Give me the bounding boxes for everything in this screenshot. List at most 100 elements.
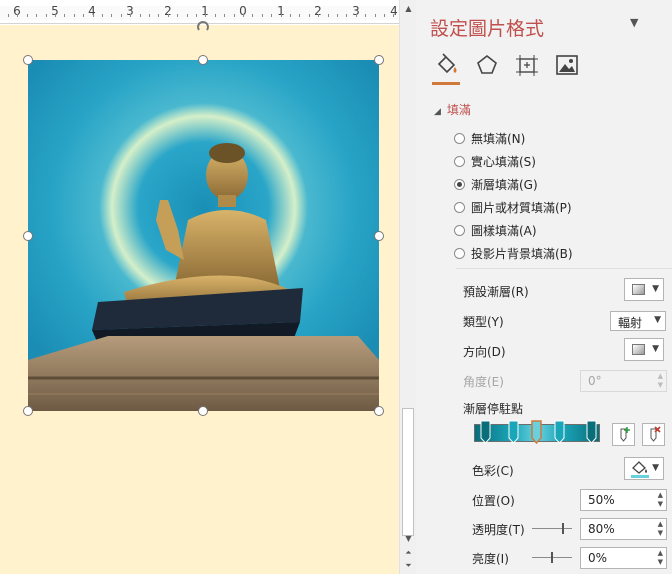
angle-value: 0°: [588, 374, 602, 388]
resize-handle-top-left[interactable]: [23, 55, 33, 65]
spinner-arrows-icon[interactable]: ▲ ▼: [658, 549, 663, 567]
ruler-tick: [83, 14, 84, 17]
pentagon-effects-icon: [477, 54, 497, 74]
radio-button[interactable]: [454, 132, 465, 144]
previous-slide-icon[interactable]: ⏶: [400, 546, 417, 560]
resize-handle-top-right[interactable]: [374, 55, 384, 65]
ruler-tick: [102, 14, 103, 17]
tab-fill-line[interactable]: [434, 52, 460, 78]
ruler-tick: [318, 14, 319, 17]
brightness-label: 亮度(I): [472, 552, 509, 566]
rotate-handle[interactable]: [196, 21, 210, 35]
ruler-tick: [46, 14, 47, 17]
ruler-tick: [36, 14, 37, 17]
gradient-stop[interactable]: [480, 420, 491, 444]
gradient-swatch-icon: [632, 284, 645, 295]
size-layout-icon: [516, 55, 538, 76]
gradient-stop[interactable]: [586, 420, 597, 444]
spinner-arrows-icon[interactable]: ▲ ▼: [658, 520, 663, 538]
scroll-down-icon[interactable]: ▼: [400, 532, 417, 546]
next-slide-icon[interactable]: ⏷: [400, 559, 417, 573]
radio-solid-fill[interactable]: 實心填滿(S): [454, 152, 536, 170]
gradient-stops-label: 漸層停駐點: [463, 402, 524, 416]
brightness-slider[interactable]: [532, 552, 572, 563]
radio-button[interactable]: [454, 201, 465, 213]
vertical-scrollbar[interactable]: ▲ ▼ ⏶ ⏷: [399, 0, 416, 574]
slide-editor: 6 5 4 3 2 1 0 1 2 3 4: [0, 0, 399, 574]
slider-knob[interactable]: [551, 552, 553, 563]
ruler-tick: [290, 14, 291, 17]
resize-handle-bottom[interactable]: [198, 406, 208, 416]
gradient-stop-icon: [531, 420, 542, 444]
radio-no-fill[interactable]: 無填滿(N): [454, 129, 525, 147]
gradient-stop[interactable]: [554, 420, 565, 444]
radio-button-selected[interactable]: [454, 178, 465, 190]
transparency-slider[interactable]: [532, 523, 572, 534]
radio-label: 圖片或材質填滿(P): [471, 200, 572, 215]
ruler-tick: [196, 14, 197, 17]
pane-options-dropdown-icon[interactable]: ▼: [630, 16, 638, 29]
transparency-input[interactable]: 80% ▲ ▼: [580, 518, 667, 540]
scrollbar-thumb[interactable]: [402, 408, 414, 536]
slider-knob[interactable]: [562, 523, 564, 534]
remove-gradient-stop-button[interactable]: [642, 423, 665, 446]
tab-picture[interactable]: [554, 52, 580, 78]
ruler-tick: [17, 14, 18, 17]
ruler-tick: [27, 14, 28, 17]
direction-button[interactable]: ▼: [624, 338, 664, 361]
ruler-tick: [356, 14, 357, 17]
preset-gradients-button[interactable]: ▼: [624, 278, 664, 301]
ruler-tick: [187, 14, 188, 17]
ruler-tick: [262, 14, 263, 17]
add-gradient-stop-button[interactable]: [612, 423, 635, 446]
ruler-tick: [177, 14, 178, 17]
ruler-tick: [64, 14, 65, 17]
transparency-value: 80%: [588, 522, 615, 536]
ruler-tick: [121, 14, 122, 17]
buddha-picture-art: [28, 60, 379, 411]
resize-handle-left[interactable]: [23, 231, 33, 241]
gradient-stop-icon: [480, 420, 491, 444]
resize-handle-bottom-right[interactable]: [374, 406, 384, 416]
spinner-arrows-icon[interactable]: ▲ ▼: [658, 491, 663, 509]
active-tab-indicator: [432, 82, 460, 85]
fill-section-header[interactable]: ◢ 填滿: [434, 101, 471, 118]
tab-size-properties[interactable]: [514, 52, 540, 78]
radio-pattern-fill[interactable]: 圖樣填滿(A): [454, 221, 537, 239]
ruler-tick: [111, 14, 112, 17]
fill-bucket-icon: [437, 53, 457, 74]
type-label: 類型(Y): [463, 315, 504, 329]
radio-button[interactable]: [454, 155, 465, 167]
radio-gradient-fill[interactable]: 漸層填滿(G): [454, 175, 538, 193]
chevron-down-icon: ▼: [652, 463, 659, 473]
radio-button[interactable]: [454, 224, 465, 236]
ruler-tick: [328, 14, 329, 17]
scroll-up-icon[interactable]: ▲: [400, 2, 417, 16]
buddha-picture[interactable]: [28, 60, 379, 411]
color-label: 色彩(C): [472, 464, 514, 478]
direction-swatch-icon: [632, 344, 645, 355]
radio-button[interactable]: [454, 247, 465, 259]
type-select[interactable]: 輻射 ▼: [610, 311, 666, 331]
radio-label: 實心填滿(S): [471, 154, 536, 169]
resize-handle-bottom-left[interactable]: [23, 406, 33, 416]
ruler-tick: [158, 14, 159, 17]
ruler-tick: [281, 14, 282, 17]
gradient-stop-selected[interactable]: [531, 420, 542, 444]
ruler-tick: [309, 14, 310, 17]
ruler-tick: [393, 14, 394, 17]
ruler-tick: [215, 14, 216, 17]
radio-slide-background-fill[interactable]: 投影片背景填滿(B): [454, 244, 573, 262]
tab-effects[interactable]: [474, 52, 500, 78]
ruler-tick: [140, 14, 141, 17]
position-input[interactable]: 50% ▲ ▼: [580, 489, 667, 511]
gradient-stop[interactable]: [508, 420, 519, 444]
brightness-value: 0%: [588, 551, 608, 565]
resize-handle-top[interactable]: [198, 55, 208, 65]
resize-handle-right[interactable]: [374, 231, 384, 241]
ruler-label: 4: [88, 4, 96, 18]
brightness-input[interactable]: 0% ▲ ▼: [580, 547, 667, 569]
color-picker-button[interactable]: ▼: [624, 457, 664, 480]
radio-picture-texture-fill[interactable]: 圖片或材質填滿(P): [454, 198, 572, 216]
add-stop-icon: [620, 427, 630, 442]
